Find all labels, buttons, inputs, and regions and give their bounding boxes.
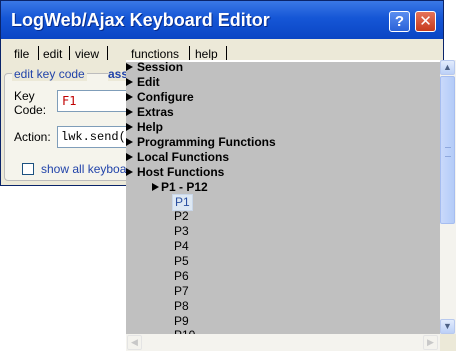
triangle-right-icon (126, 168, 133, 176)
menu-item-edit[interactable]: Edit (126, 75, 160, 90)
triangle-right-icon (126, 108, 133, 116)
function-item-p3[interactable]: P3 (174, 224, 189, 239)
action-label: Action: (14, 130, 51, 144)
vertical-scroll-thumb[interactable] (440, 76, 455, 224)
menu-item-host-functions[interactable]: Host Functions (126, 165, 224, 180)
key-code-label-text: Key Code: (14, 89, 47, 117)
menu-separator (107, 46, 108, 60)
menu-item-label: Host Functions (137, 165, 225, 179)
key-code-label: Key Code: (14, 89, 54, 117)
function-item-p5[interactable]: P5 (174, 254, 189, 269)
menu-item-label: Programming Functions (137, 135, 276, 149)
menu-item-label: Local Functions (137, 150, 230, 164)
function-item-p9[interactable]: P9 (174, 314, 189, 329)
function-item-p4[interactable]: P4 (174, 239, 189, 254)
action-field[interactable]: lwk.send( (57, 126, 133, 148)
show-all-label: show all keyboa (41, 162, 127, 176)
menu-item-extras[interactable]: Extras (126, 105, 174, 120)
menu-item-configure[interactable]: Configure (126, 90, 194, 105)
menu-item-label: Session (137, 60, 184, 74)
menu-item-label: Extras (137, 105, 174, 119)
menu-item-local-functions[interactable]: Local Functions (126, 150, 229, 165)
menu-item-label: Help (137, 120, 164, 134)
triangle-right-icon (126, 93, 133, 101)
menu-view[interactable]: view (75, 47, 99, 61)
scroll-right-icon[interactable]: ▶ (423, 335, 438, 350)
menu-functions[interactable]: functions (131, 47, 179, 61)
vertical-scrollbar[interactable]: ▲ ▼ (440, 60, 456, 334)
menu-item-label: Edit (137, 75, 160, 89)
triangle-right-icon (126, 63, 133, 71)
menu-item-programming-functions[interactable]: Programming Functions (126, 135, 276, 150)
menu-item-label: Configure (137, 90, 194, 104)
key-code-field[interactable]: F1 (57, 90, 133, 112)
menu-separator (189, 46, 190, 60)
menu-separator (226, 46, 227, 60)
scroll-down-icon[interactable]: ▼ (440, 319, 455, 334)
window-title: LogWeb/Ajax Keyboard Editor (11, 10, 270, 30)
submenu-label: P1 - P12 (161, 180, 208, 194)
menu-item-help[interactable]: Help (126, 120, 163, 135)
triangle-right-icon (126, 138, 133, 146)
horizontal-scrollbar[interactable]: ◀ ▶ (126, 334, 440, 351)
functions-dropdown: Session Edit Configure Extras Help Progr… (126, 60, 456, 351)
menu-edit[interactable]: edit (43, 47, 62, 61)
function-item-p6[interactable]: P6 (174, 269, 189, 284)
scroll-up-icon[interactable]: ▲ (440, 60, 455, 75)
menu-separator (69, 46, 70, 60)
menu-separator (38, 46, 39, 60)
menu-file[interactable]: file (14, 47, 29, 61)
title-bar[interactable]: LogWeb/Ajax Keyboard Editor ? ✕ (1, 1, 443, 39)
scroll-left-icon[interactable]: ◀ (127, 335, 142, 350)
function-item-p7[interactable]: P7 (174, 284, 189, 299)
function-item-p8[interactable]: P8 (174, 299, 189, 314)
menu-help[interactable]: help (195, 47, 218, 61)
help-button[interactable]: ? (389, 11, 410, 32)
triangle-right-icon (152, 183, 159, 191)
tab-edit-key-code[interactable]: edit key code (12, 67, 87, 81)
show-all-checkbox[interactable] (22, 163, 34, 175)
menu-item-session[interactable]: Session (126, 60, 183, 75)
grip-icon (445, 147, 451, 157)
scrollbar-corner (440, 334, 456, 351)
triangle-right-icon (126, 78, 133, 86)
triangle-right-icon (126, 153, 133, 161)
function-item-p2[interactable]: P2 (174, 209, 189, 224)
triangle-right-icon (126, 123, 133, 131)
submenu-p1-p12[interactable]: P1 - P12 (152, 180, 208, 195)
close-button[interactable]: ✕ (415, 11, 436, 32)
